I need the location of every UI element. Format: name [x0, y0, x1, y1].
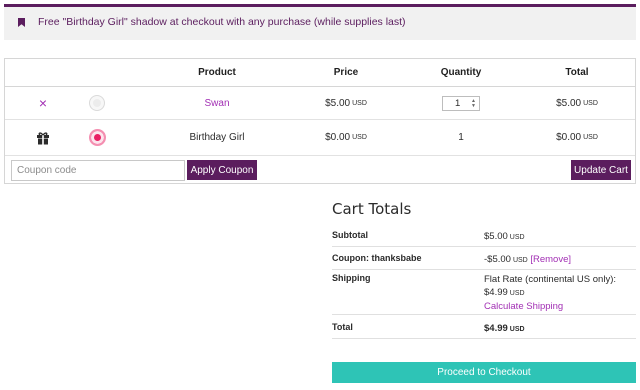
calculate-shipping-link[interactable]: Calculate Shipping: [484, 301, 563, 312]
coupon-label: Coupon: thanksbabe: [332, 253, 422, 263]
product-name: Birthday Girl: [189, 132, 245, 143]
total-label: Total: [332, 322, 353, 332]
shipping-row: Shipping Flat Rate (continental US only)…: [332, 270, 636, 315]
subtotal-row: Subtotal $5.00 USD: [332, 224, 636, 247]
spinner-arrows-icon[interactable]: ▲ ▼: [471, 98, 476, 109]
quantity-stepper[interactable]: 1 ▲ ▼: [442, 95, 480, 111]
product-name-link[interactable]: Swan: [165, 87, 269, 119]
quantity-cell: 1 ▲ ▼: [413, 87, 509, 119]
coupon-row: Coupon: thanksbabe -$5.00 USD [Remove]: [332, 247, 636, 270]
bookmark-icon: [18, 18, 25, 27]
header-price: Price: [333, 67, 359, 78]
cart-table: Product Price Quantity Total × Swan $5.0…: [4, 58, 636, 184]
subtotal-label: Subtotal: [332, 230, 368, 240]
coupon-value: -$5.00 USD [Remove]: [484, 254, 572, 265]
shipping-label: Shipping: [332, 273, 371, 283]
product-thumbnail[interactable]: [83, 87, 111, 119]
swan-thumbnail-image[interactable]: [89, 95, 105, 111]
product-price: $5.00 USD: [325, 97, 367, 109]
cart-actions-row: Apply Coupon Update Cart: [5, 156, 635, 184]
header-quantity: Quantity: [440, 67, 482, 78]
store-notice: Free "Birthday Girl" shadow at checkout …: [4, 4, 636, 40]
header-product: Product: [198, 67, 236, 78]
cart-header-row: Product Price Quantity Total: [5, 59, 635, 87]
product-price: $0.00 USD: [325, 132, 367, 143]
subtotal-value: $5.00 USD: [484, 231, 525, 242]
cart-totals-title: Cart Totals: [332, 200, 412, 218]
header-total: Total: [565, 67, 589, 78]
apply-coupon-button[interactable]: Apply Coupon: [187, 160, 257, 180]
shipping-method: Flat Rate (continental US only):: [484, 274, 617, 285]
proceed-to-checkout-button[interactable]: Proceed to Checkout: [332, 362, 636, 383]
remove-item-button[interactable]: ×: [27, 87, 59, 119]
notice-text: Free "Birthday Girl" shadow at checkout …: [38, 16, 406, 28]
total-value: $4.99 USD: [484, 323, 525, 334]
cart-row-birthday-girl: Birthday Girl $0.00 USD 1 $0.00 USD: [5, 120, 635, 156]
cart-row-swan: × Swan $5.00 USD 1 ▲ ▼ $5.00 USD: [5, 87, 635, 120]
update-cart-button[interactable]: Update Cart: [571, 160, 631, 180]
coupon-code-input[interactable]: [11, 160, 185, 181]
cart-totals: Cart Totals Subtotal $5.00 USD Coupon: th…: [332, 200, 636, 339]
shipping-details: Flat Rate (continental US only): $4.99 US…: [484, 273, 616, 313]
product-thumbnail[interactable]: [83, 120, 111, 155]
remove-coupon-link[interactable]: [Remove]: [530, 254, 571, 265]
order-total-row: Total $4.99 USD: [332, 315, 636, 339]
quantity-value: 1: [458, 132, 464, 143]
close-icon[interactable]: ×: [39, 95, 47, 111]
line-total: $0.00 USD: [556, 132, 598, 143]
shipping-value: $4.99 USD: [484, 287, 525, 298]
birthday-girl-thumbnail-image[interactable]: [88, 129, 106, 146]
gift-icon: [27, 120, 59, 155]
line-total: $5.00 USD: [556, 97, 598, 109]
